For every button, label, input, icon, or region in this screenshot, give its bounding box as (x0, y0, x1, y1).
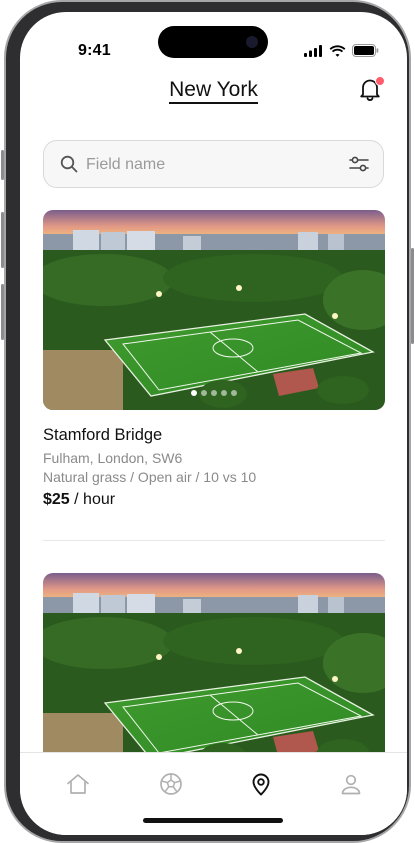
tab-profile[interactable] (338, 771, 364, 797)
city-title[interactable]: New York (169, 78, 258, 104)
pager-dot[interactable] (201, 390, 207, 396)
cellular-signal-icon (304, 44, 322, 57)
home-indicator[interactable] (143, 818, 283, 823)
field-photo (43, 573, 385, 773)
map-pin-icon (252, 773, 270, 796)
field-name[interactable]: Stamford Bridge (43, 426, 162, 445)
football-icon (160, 773, 182, 795)
volume-up-button (1, 212, 4, 268)
power-button (411, 248, 414, 344)
field-photo-carousel[interactable] (43, 573, 385, 773)
status-time: 9:41 (78, 42, 111, 59)
dynamic-island (158, 26, 268, 58)
pager-dot[interactable] (231, 390, 237, 396)
tab-home[interactable] (65, 771, 91, 797)
search-input[interactable] (84, 141, 338, 189)
field-price: $25 / hour (43, 491, 115, 509)
field-details: Natural grass / Open air / 10 vs 10 (43, 469, 257, 485)
tab-fields[interactable] (158, 771, 184, 797)
field-address: Fulham, London, SW6 (43, 450, 183, 466)
photo-pager (43, 390, 385, 396)
filter-icon[interactable] (349, 155, 369, 173)
search-bar (43, 140, 384, 189)
wifi-icon (329, 44, 346, 57)
notification-badge (375, 76, 385, 86)
phone-frame: 9:41 New York Field name Stamford Bridge… (1, 0, 414, 843)
notifications-button[interactable] (357, 76, 385, 102)
search-icon (60, 155, 78, 173)
page-title: New York (20, 78, 407, 104)
volume-down-button (1, 284, 4, 340)
price-amount: $25 (43, 491, 70, 508)
home-icon (67, 774, 89, 794)
pager-dot[interactable] (221, 390, 227, 396)
battery-icon (352, 44, 379, 57)
pager-dot[interactable] (191, 390, 197, 396)
silent-switch (1, 150, 4, 180)
camera-icon (246, 36, 258, 48)
status-icons (304, 44, 379, 57)
field-photo (43, 210, 385, 410)
pager-dot[interactable] (211, 390, 217, 396)
tab-map[interactable] (248, 771, 274, 797)
profile-icon (341, 774, 361, 795)
price-unit: / hour (69, 491, 116, 508)
app-screen: 9:41 New York Field name Stamford Bridge… (20, 12, 407, 835)
field-photo-carousel[interactable] (43, 210, 385, 410)
card-divider (43, 540, 385, 541)
